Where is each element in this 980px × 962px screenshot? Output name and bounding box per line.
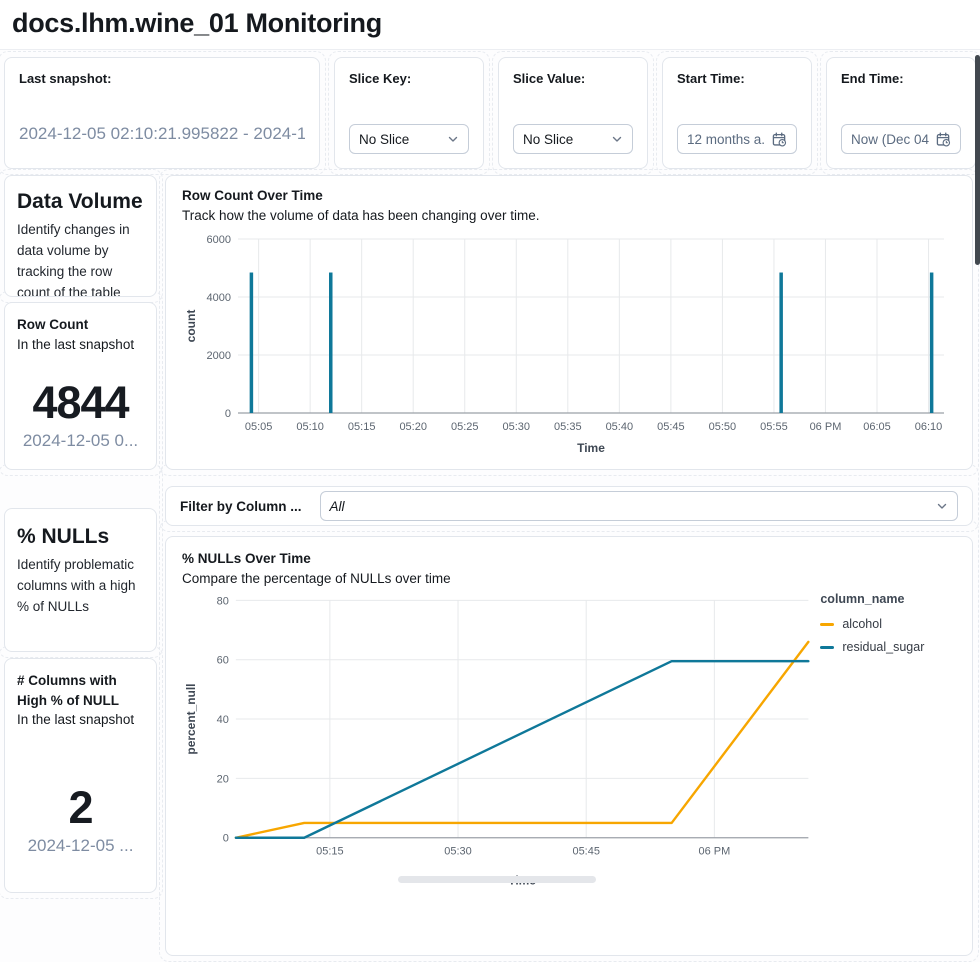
percent-nulls-description: Identify problematic columns with a high… [17, 555, 144, 618]
svg-text:6000: 6000 [207, 234, 231, 246]
svg-text:Time: Time [577, 441, 605, 455]
high-null-columns-title: # Columns with High % of NULL [17, 671, 144, 710]
slice-key-card: Slice Key: No Slice [334, 57, 484, 169]
svg-text:80: 80 [217, 595, 229, 607]
svg-text:05:15: 05:15 [348, 421, 376, 433]
filter-by-column-label: Filter by Column ... [180, 499, 302, 514]
filter-bar: Last snapshot: 2024-12-05 02:10:21.99582… [0, 50, 980, 169]
row-count-title: Row Count [17, 315, 144, 335]
chart-legend: column_name alcohol residual_sugar [820, 590, 956, 890]
slice-value-select-value: No Slice [523, 132, 573, 147]
legend-title: column_name [820, 592, 956, 606]
legend-color-dash [820, 623, 834, 626]
svg-text:05:35: 05:35 [554, 421, 582, 433]
start-time-value: 12 months a... [687, 132, 766, 147]
svg-text:05:20: 05:20 [399, 421, 427, 433]
end-time-card: End Time: Now (Dec 04,... [826, 57, 976, 169]
data-volume-title: Data Volume [17, 190, 144, 214]
page-title: docs.lhm.wine_01 Monitoring [12, 8, 980, 39]
data-volume-card: Data Volume Identify changes in data vol… [4, 175, 157, 297]
legend-label: residual_sugar [842, 640, 924, 654]
svg-text:06 PM: 06 PM [699, 846, 731, 858]
svg-text:05:10: 05:10 [296, 421, 324, 433]
slice-key-select[interactable]: No Slice [349, 124, 469, 154]
legend-item: residual_sugar [820, 640, 956, 654]
chart-subtitle: Compare the percentage of NULLs over tim… [182, 571, 956, 586]
percent-nulls-chart-card: % NULLs Over Time Compare the percentage… [165, 536, 973, 956]
start-time-label: Start Time: [677, 71, 797, 86]
vertical-scrollbar-thumb[interactable] [975, 55, 980, 265]
svg-text:05:30: 05:30 [444, 846, 471, 858]
filter-by-column-card: Filter by Column ... All [165, 486, 973, 526]
page-header: docs.lhm.wine_01 Monitoring [0, 0, 980, 50]
svg-text:05:50: 05:50 [709, 421, 737, 433]
svg-text:2000: 2000 [207, 350, 231, 362]
svg-text:06:05: 06:05 [863, 421, 891, 433]
chart-title: Row Count Over Time [182, 188, 956, 203]
slice-key-select-value: No Slice [359, 132, 409, 147]
high-null-columns-value: 2 [17, 782, 144, 834]
high-null-columns-card: # Columns with High % of NULL In the las… [4, 658, 157, 893]
legend-label: alcohol [842, 617, 882, 631]
row-count-chart-card: Row Count Over Time Track how the volume… [165, 175, 973, 470]
svg-text:05:40: 05:40 [606, 421, 634, 433]
row-count-value: 4844 [17, 377, 144, 429]
svg-text:4000: 4000 [207, 292, 231, 304]
last-snapshot-value: 2024-12-05 02:10:21.995822 - 2024-1... [19, 124, 305, 144]
calendar-clock-icon [936, 132, 951, 147]
high-null-columns-subtitle: In the last snapshot [17, 710, 144, 730]
end-time-value: Now (Dec 04,... [851, 132, 930, 147]
legend-color-dash [820, 646, 834, 649]
svg-text:0: 0 [225, 408, 231, 420]
percent-nulls-title: % NULLs [17, 525, 144, 549]
chart-title: % NULLs Over Time [182, 551, 956, 566]
svg-text:percent_null: percent_null [184, 684, 198, 755]
filter-by-column-value: All [330, 499, 345, 514]
svg-text:05:45: 05:45 [572, 846, 599, 858]
svg-text:06:10: 06:10 [915, 421, 943, 433]
filter-by-column-select[interactable]: All [320, 491, 958, 521]
data-volume-description: Identify changes in data volume by track… [17, 220, 144, 297]
chevron-down-icon [611, 133, 623, 145]
right-column: Row Count Over Time Track how the volume… [165, 175, 973, 956]
svg-text:20: 20 [217, 773, 229, 785]
svg-text:05:45: 05:45 [657, 421, 685, 433]
slice-value-select[interactable]: No Slice [513, 124, 633, 154]
chevron-down-icon [447, 133, 459, 145]
dashboard-body: Data Volume Identify changes in data vol… [0, 169, 980, 956]
slice-value-card: Slice Value: No Slice [498, 57, 648, 169]
row-count-date: 2024-12-05 0... [17, 431, 144, 451]
svg-text:60: 60 [217, 655, 229, 667]
row-count-subtitle: In the last snapshot [17, 335, 144, 355]
svg-text:05:55: 05:55 [760, 421, 788, 433]
calendar-clock-icon [772, 132, 787, 147]
end-time-label: End Time: [841, 71, 961, 86]
start-time-input[interactable]: 12 months a... [677, 124, 797, 154]
left-column: Data Volume Identify changes in data vol… [4, 175, 157, 956]
row-count-card: Row Count In the last snapshot 4844 2024… [4, 302, 157, 470]
svg-text:05:05: 05:05 [245, 421, 273, 433]
svg-text:06 PM: 06 PM [810, 421, 842, 433]
chevron-down-icon [936, 500, 948, 512]
start-time-card: Start Time: 12 months a... [662, 57, 812, 169]
slice-key-label: Slice Key: [349, 71, 469, 86]
horizontal-scrollbar-thumb[interactable] [398, 876, 596, 883]
svg-text:05:30: 05:30 [503, 421, 531, 433]
svg-text:05:15: 05:15 [316, 846, 343, 858]
svg-text:0: 0 [223, 833, 229, 845]
row-count-bar-chart: 05:05 05:10 05:15 05:20 05:25 05:30 05:35 05:40… [182, 227, 958, 457]
svg-text:40: 40 [217, 714, 229, 726]
last-snapshot-label: Last snapshot: [19, 71, 305, 86]
slice-value-label: Slice Value: [513, 71, 633, 86]
legend-item: alcohol [820, 617, 956, 631]
chart-subtitle: Track how the volume of data has been ch… [182, 208, 956, 223]
svg-text:count: count [184, 310, 198, 343]
svg-text:05:25: 05:25 [451, 421, 479, 433]
high-null-columns-date: 2024-12-05 ... [17, 836, 144, 856]
percent-nulls-line-chart: 05:15 05:30 05:45 06 PM 0 20 40 60 80 percent_nul… [182, 590, 812, 890]
percent-nulls-card: % NULLs Identify problematic columns wit… [4, 508, 157, 652]
last-snapshot-card: Last snapshot: 2024-12-05 02:10:21.99582… [4, 57, 320, 169]
end-time-input[interactable]: Now (Dec 04,... [841, 124, 961, 154]
